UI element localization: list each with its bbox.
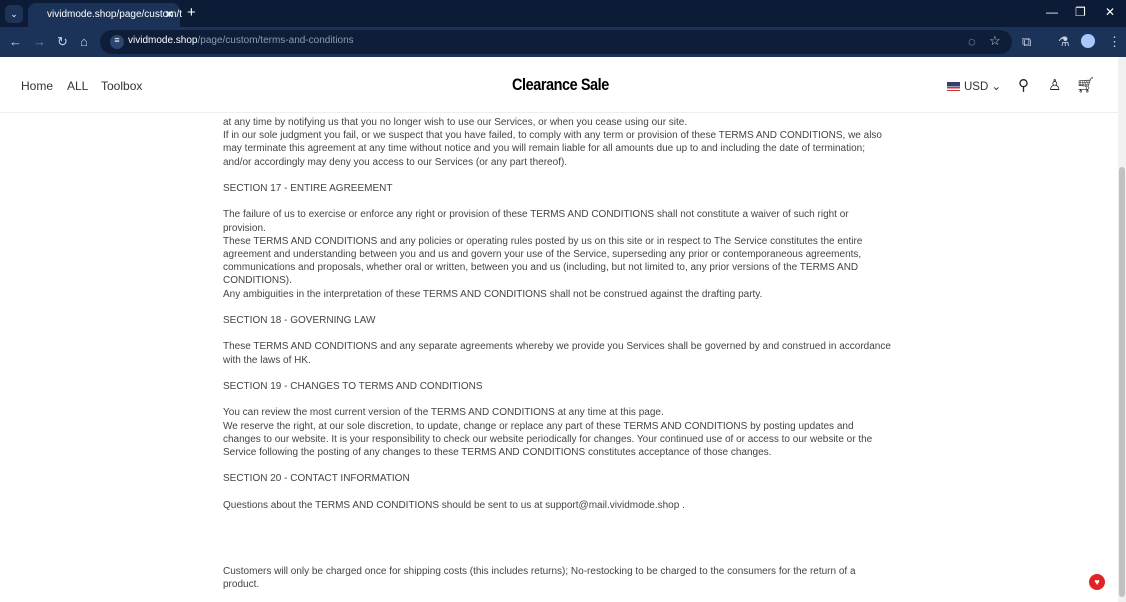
section-heading: SECTION 19 - CHANGES TO TERMS AND CONDIT… <box>223 381 483 393</box>
home-icon[interactable]: ⌂ <box>80 34 88 49</box>
support-widget-icon[interactable]: ♥ <box>1089 574 1105 590</box>
site-logo[interactable]: Clearance Sale <box>512 75 609 95</box>
tab-title: vividmode.shop/page/custom/t <box>47 9 183 20</box>
section-heading: SECTION 17 - ENTIRE AGREEMENT <box>223 183 393 195</box>
section-heading: SECTION 18 - GOVERNING LAW <box>223 315 376 327</box>
back-icon[interactable]: ← <box>9 34 22 49</box>
us-flag-icon <box>947 82 960 92</box>
paragraph: Questions about the TERMS AND CONDITIONS… <box>223 499 685 511</box>
paragraph: The failure of us to exercise or enforce… <box>223 209 863 300</box>
browser-tab-bar: ⌄ vividmode.shop/page/custom/t ✕ + — ❐ ✕ <box>0 0 1126 27</box>
nav-all[interactable]: ALL <box>67 79 88 93</box>
profile-avatar-icon[interactable] <box>1081 34 1095 48</box>
search-icon[interactable]: ⚲ <box>1018 76 1029 94</box>
scrollbar[interactable] <box>1118 57 1126 602</box>
eye-off-icon[interactable]: ◌ <box>968 34 976 49</box>
paragraph: at any time by notifying us that you no … <box>223 117 882 168</box>
site-info-icon[interactable]: ≡ <box>110 35 124 49</box>
scrollbar-thumb[interactable] <box>1119 167 1125 597</box>
nav-toolbox[interactable]: Toolbox <box>101 79 142 93</box>
account-icon[interactable]: ♙ <box>1048 76 1061 94</box>
address-bar[interactable]: ≡ vividmode.shop/page/custom/terms-and-c… <box>100 30 1012 54</box>
close-tab-icon[interactable]: ✕ <box>165 8 174 21</box>
extensions-icon[interactable]: ⧉ <box>1022 34 1031 50</box>
cart-icon[interactable]: 🛒︎ <box>1076 76 1095 94</box>
site-header: Home ALL Toolbox Clearance Sale USD ⌄ ⚲ … <box>0 57 1118 113</box>
close-window-button[interactable]: ✕ <box>1105 5 1115 19</box>
currency-label: USD <box>964 81 989 93</box>
nav-home[interactable]: Home <box>21 79 53 93</box>
url-host: vividmode.shop <box>128 35 198 46</box>
menu-kebab-icon[interactable]: ⋮ <box>1108 34 1121 50</box>
paragraph: These TERMS AND CONDITIONS and any separ… <box>223 341 894 366</box>
paragraph: You can review the most current version … <box>223 407 873 459</box>
chevron-down-icon: ⌄ <box>991 81 1002 93</box>
restore-button[interactable]: ❐ <box>1075 5 1086 19</box>
reload-icon[interactable]: ↻ <box>57 34 68 50</box>
currency-selector[interactable]: USD ⌄ <box>947 79 1001 93</box>
browser-tab[interactable]: vividmode.shop/page/custom/t ✕ <box>28 3 183 27</box>
shipping-note: Customers will only be charged once for … <box>223 565 859 591</box>
section-heading: SECTION 20 - CONTACT INFORMATION <box>223 473 410 485</box>
url-path: /page/custom/terms-and-conditions <box>197 35 354 46</box>
tab-search-button[interactable]: ⌄ <box>5 5 23 23</box>
terms-content: at any time by notifying us that you no … <box>223 116 893 591</box>
minimize-button[interactable]: — <box>1046 5 1058 19</box>
new-tab-button[interactable]: + <box>187 4 196 21</box>
labs-icon[interactable]: ⚗ <box>1058 34 1070 50</box>
browser-toolbar: ← → ↻ ⌂ ≡ vividmode.shop/page/custom/ter… <box>0 27 1126 57</box>
forward-icon[interactable]: → <box>33 34 46 49</box>
bookmark-star-icon[interactable]: ☆ <box>989 33 1001 49</box>
